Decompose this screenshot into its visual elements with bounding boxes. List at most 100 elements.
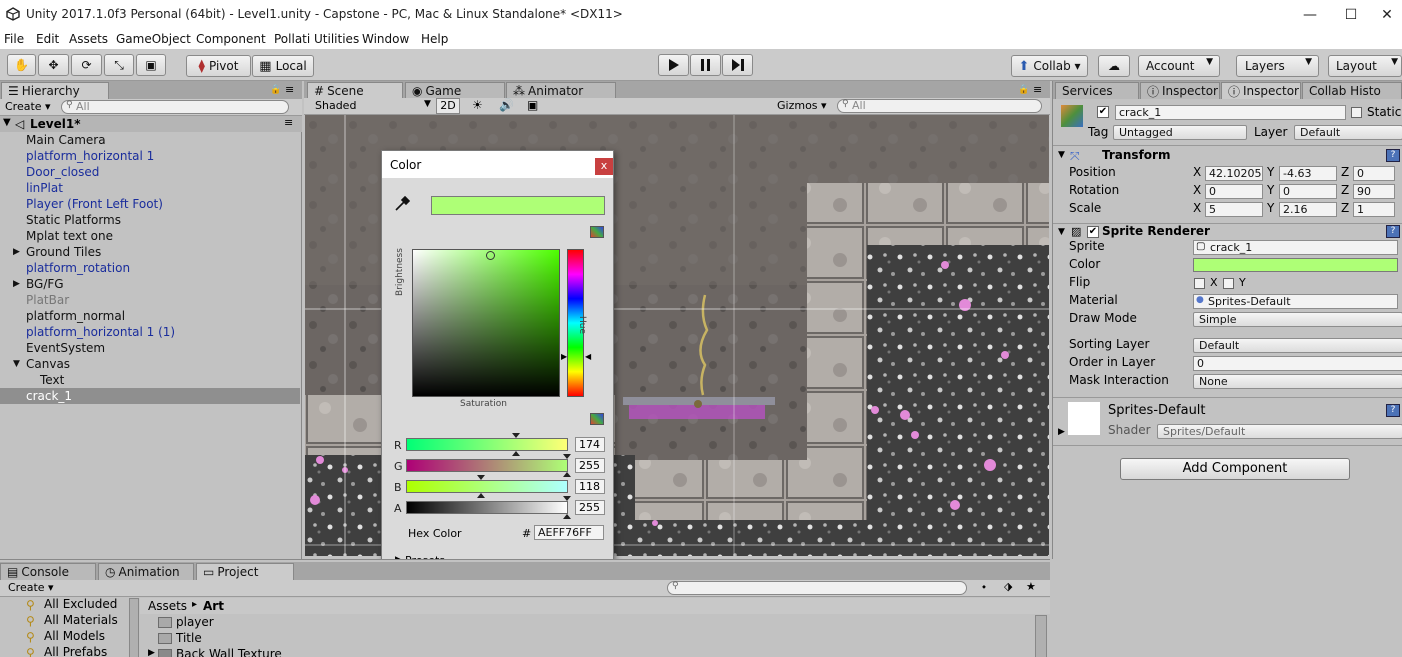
hierarchy-item[interactable]: Player (Front Left Foot) (0, 196, 300, 212)
favorites-scrollbar[interactable] (129, 598, 139, 657)
slider-handle-bottom[interactable] (563, 514, 571, 519)
layers-dropdown[interactable]: Layers ▼ (1236, 55, 1319, 77)
expand-arrow-icon[interactable]: ▼ (1058, 150, 1065, 160)
transform-rotation-x[interactable]: 0 (1205, 184, 1263, 199)
hierarchy-item[interactable]: PlatBar (0, 292, 300, 308)
menu-pollati-utilities[interactable]: Pollati Utilities (274, 32, 359, 46)
slider-handle-bottom[interactable] (477, 493, 486, 498)
transform-position-x[interactable]: 42.10205 (1205, 166, 1263, 181)
maximize-button[interactable]: ☐ (1328, 0, 1374, 30)
g-slider[interactable] (406, 459, 568, 472)
collapse-arrow-icon[interactable]: ▶ (13, 276, 20, 292)
a-value[interactable]: 255 (575, 500, 605, 515)
scene-header-row[interactable]: ▼ ◁ Level1* ≡ (0, 116, 302, 132)
r-value[interactable]: 174 (575, 437, 605, 452)
expand-arrow-icon[interactable]: ▶ (1058, 427, 1065, 437)
tab-hierarchy[interactable]: ☰ Hierarchy (1, 82, 109, 99)
layer-dropdown[interactable]: Default (1294, 125, 1402, 140)
tag-dropdown[interactable]: Untagged (1113, 125, 1247, 140)
help-icon[interactable]: ? (1386, 404, 1400, 417)
scene-menu-icon[interactable]: ≡ (284, 116, 293, 129)
slider-handle-top[interactable] (563, 454, 571, 459)
transform-rotation-y[interactable]: 0 (1279, 184, 1337, 199)
hand-tool-icon[interactable]: ✋ (7, 54, 36, 76)
rect-tool-icon[interactable]: ▣ (136, 54, 166, 76)
hierarchy-item[interactable]: platform_rotation (0, 260, 300, 276)
hierarchy-item[interactable]: platform_horizontal 1 (0, 148, 300, 164)
panel-menu-icon[interactable]: ≡ (285, 83, 294, 96)
hierarchy-item[interactable]: Mplat text one (0, 228, 300, 244)
r-slider[interactable] (406, 438, 568, 451)
tab-scene[interactable]: # Scene (307, 82, 403, 99)
hierarchy-item[interactable]: ▼ Canvas (0, 356, 300, 372)
asset-item[interactable]: Back Wall Texture (176, 647, 282, 657)
tab-inspector-2[interactable]: ⓘ Inspector (1221, 82, 1301, 99)
shading-mode-dropdown[interactable]: Shaded (315, 99, 356, 112)
move-tool-icon[interactable]: ✥ (38, 54, 69, 76)
favorite-star-icon[interactable]: ★ (1026, 580, 1036, 593)
menu-file[interactable]: File (4, 32, 24, 46)
slider-handle-top[interactable] (477, 475, 486, 480)
lighting-icon[interactable]: ☀ (472, 98, 483, 112)
project-create-button[interactable]: Create ▾ (8, 581, 54, 594)
order-in-layer-input[interactable]: 0 (1193, 356, 1402, 371)
menu-component[interactable]: Component (196, 32, 266, 46)
g-value[interactable]: 255 (575, 458, 605, 473)
transform-rotation-z[interactable]: 90 (1353, 184, 1395, 199)
hierarchy-item[interactable]: Text (0, 372, 300, 388)
tab-inspector-1[interactable]: ⓘ Inspector (1140, 82, 1220, 99)
transform-scale-y[interactable]: 2.16 (1279, 202, 1337, 217)
slider-handle-top[interactable] (512, 433, 521, 438)
menu-help[interactable]: Help (421, 32, 448, 46)
rotate-tool-icon[interactable]: ⟳ (71, 54, 102, 76)
color-field[interactable] (1193, 258, 1398, 272)
transform-position-y[interactable]: -4.63 (1279, 166, 1337, 181)
help-icon[interactable]: ? (1386, 149, 1400, 162)
hierarchy-item[interactable]: platform_normal (0, 308, 300, 324)
expand-arrow-icon[interactable]: ▼ (13, 356, 20, 372)
tab-animation[interactable]: ◷ Animation (98, 563, 194, 580)
2d-toggle[interactable]: 2D (436, 98, 460, 114)
add-component-button[interactable]: Add Component (1120, 458, 1350, 480)
shader-dropdown[interactable]: Sprites/Default (1157, 424, 1402, 439)
tab-animator[interactable]: ⁂ Animator (506, 82, 616, 99)
favorite-item[interactable]: All Excluded (44, 597, 117, 611)
favorite-item[interactable]: All Models (44, 629, 105, 643)
slider-handle-top[interactable] (563, 496, 571, 501)
pivot-button[interactable]: ⧫ Pivot (186, 55, 251, 77)
help-icon[interactable]: ? (1386, 225, 1400, 238)
minimize-button[interactable]: — (1287, 0, 1333, 30)
slider-handle-bottom[interactable] (563, 472, 571, 477)
layout-dropdown[interactable]: Layout ▼ (1328, 55, 1402, 77)
object-name-input[interactable]: crack_1 (1115, 105, 1346, 120)
flip-y-checkbox[interactable] (1223, 278, 1234, 289)
sprite-renderer-enabled-checkbox[interactable]: ✔ (1087, 226, 1099, 238)
effects-icon[interactable]: ▣ (527, 98, 538, 112)
eyedropper-icon[interactable] (394, 195, 411, 216)
local-button[interactable]: ▦ Local (252, 55, 314, 77)
hierarchy-item[interactable]: platform_horizontal 1 (1) (0, 324, 300, 340)
lock-icon[interactable]: 🔒 (270, 85, 281, 95)
sorting-layer-dropdown[interactable]: Default (1193, 338, 1402, 353)
scene-search-input[interactable]: All (837, 99, 1042, 113)
tab-collab-history[interactable]: Collab Histo (1302, 82, 1402, 99)
slider-mode-icon[interactable] (590, 413, 604, 425)
asset-item[interactable]: Title (176, 631, 202, 645)
filter-type-icon[interactable]: ⬩ (982, 580, 986, 594)
transform-scale-z[interactable]: 1 (1353, 202, 1395, 217)
transform-position-z[interactable]: 0 (1353, 166, 1395, 181)
asset-scrollbar[interactable] (1035, 615, 1047, 657)
tab-services[interactable]: Services (1055, 82, 1139, 99)
tab-console[interactable]: ▤ Console (0, 563, 96, 580)
close-window-button[interactable]: ✕ (1372, 0, 1402, 30)
favorite-item[interactable]: All Prefabs (44, 645, 107, 657)
hierarchy-search-input[interactable]: All (61, 100, 289, 114)
hierarchy-item[interactable]: ▶ BG/FG (0, 276, 300, 292)
hierarchy-item[interactable]: linPlat (0, 180, 300, 196)
step-button[interactable] (722, 54, 753, 76)
color-mode-icon[interactable] (590, 226, 604, 238)
favorite-item[interactable]: All Materials (44, 613, 118, 627)
sv-marker[interactable] (486, 251, 495, 260)
collab-button[interactable]: ⬆ Collab ▾ (1011, 55, 1088, 77)
create-button[interactable]: Create ▾ (5, 100, 51, 113)
